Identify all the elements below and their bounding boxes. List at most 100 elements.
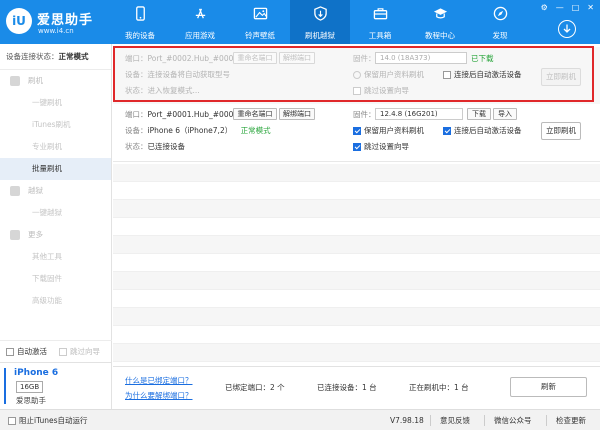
block-itunes-checkbox[interactable] [8,417,16,425]
empty-row [113,164,600,182]
nav-label: 铃声壁纸 [245,31,275,40]
flash-now-button[interactable]: 立即刷机 [541,68,581,86]
auto-activate-option[interactable]: 连接后自动激活设备 [443,125,522,136]
what-is-bound-port-link[interactable]: 什么是已绑定端口？ [125,375,193,386]
settings-icon[interactable]: ⚙ [541,3,548,12]
empty-row [113,218,600,236]
auto-activate-label: 自动激活 [17,346,47,356]
nav-discover[interactable]: 发现 [470,0,530,44]
device-line: 设备：连接设备将自动获取型号 [125,69,230,80]
sidebar-item-itunes-flash[interactable]: iTunes刷机 [0,114,111,136]
nav-ringtones[interactable]: 铃声壁纸 [230,0,290,44]
import-firmware-button[interactable]: 导入 [493,108,517,120]
window-controls: ⚙ — □ ✕ [541,3,594,12]
image-icon [230,0,290,22]
sidebar-item-one-click-jailbreak[interactable]: 一键越狱 [0,202,111,224]
refresh-button[interactable]: 刷新 [510,377,587,397]
skip-setup-option[interactable]: 跳过设置向导 [353,141,409,152]
block-itunes-option[interactable]: 阻止iTunes自动运行 [8,410,88,430]
sidebar-item-other-tools[interactable]: 其他工具 [0,246,111,268]
port-value: Port_#0001.Hub_#0003 [147,110,239,119]
top-header: iU 爱思助手 www.i4.cn 我的设备 应用游戏 铃声壁纸 刷机越狱 工具… [0,0,600,44]
why-unbind-port-link[interactable]: 为什么要解绑端口？ [125,390,193,401]
rename-port-button[interactable]: 重命名端口 [233,108,277,120]
skip-guide-checkbox[interactable] [59,347,67,356]
app-logo: iU 爱思助手 www.i4.cn [6,6,106,38]
nav-label: 工具箱 [368,31,392,40]
auto-activate-label: 连接后自动激活设备 [454,70,522,79]
sidebar-item-advanced[interactable]: 高级功能 [0,290,111,312]
unbind-port-button[interactable]: 解绑端口 [279,52,315,64]
skip-setup-label: 跳过设置向导 [364,86,409,95]
wechat-link[interactable]: 微信公众号 [494,410,532,430]
skip-setup-checkbox[interactable] [353,143,361,151]
firmware-field[interactable]: 12.4.8 (16G201) [375,108,463,120]
empty-row [113,344,600,362]
keep-data-checkbox[interactable] [353,127,361,135]
auto-activate-option[interactable]: 连接后自动激活设备 [443,69,522,80]
empty-rows [113,164,600,362]
keep-data-label: 保留用户资料刷机 [364,126,424,135]
flashing-devices-count: 正在刷机中：1 台 [409,383,469,392]
keep-data-radio[interactable] [353,71,361,79]
flash-section-icon [10,76,20,86]
sidebar-item-one-click-flash[interactable]: 一键刷机 [0,92,111,114]
nav-label: 刷机越狱 [305,31,335,40]
empty-row [113,182,600,200]
nav-flash-jailbreak[interactable]: 刷机越狱 [290,0,350,44]
mode-badge: 正常模式 [240,126,271,135]
nav-apps[interactable]: 应用游戏 [170,0,230,44]
check-update-link[interactable]: 检查更新 [556,410,586,430]
empty-row [113,290,600,308]
sidebar-section-flash[interactable]: 刷机 [0,70,111,92]
app-store-icon [170,0,230,22]
status-value: 正常模式 [58,52,89,61]
firmware-field[interactable]: 14.0 (18A373) [375,52,467,64]
firmware-label: 固件： [353,110,376,119]
download-firmware-button[interactable]: 下载 [467,108,491,120]
nav-my-device[interactable]: 我的设备 [110,0,170,44]
device-card[interactable]: iPhone 6 16GB 爱思助手 [0,362,112,409]
firmware-label: 固件： [353,54,376,63]
device-value: iPhone 6（iPhone7,2） [147,126,233,135]
jailbreak-section-icon [10,186,20,196]
connected-devices-count: 已连接设备：1 台 [317,383,377,392]
maximize-icon[interactable]: □ [572,3,580,12]
unbind-port-button[interactable]: 解绑端口 [279,108,315,120]
keep-data-option[interactable]: 保留用户资料刷机 [353,69,424,80]
nav-tutorials[interactable]: 教程中心 [410,0,470,44]
skip-setup-checkbox[interactable] [353,87,361,95]
auto-activate-checkbox[interactable] [443,71,451,79]
state-value: 进入恢复模式... [147,86,200,95]
section-label: 刷机 [28,76,43,85]
feedback-link[interactable]: 意见反馈 [440,410,470,430]
nav-toolbox[interactable]: 工具箱 [350,0,410,44]
port-line: 端口：Port_#0001.Hub_#0003 [125,109,238,120]
sidebar-item-batch-flash[interactable]: 批量刷机 [0,158,111,180]
auto-activate-checkbox[interactable] [443,127,451,135]
rename-port-button[interactable]: 重命名端口 [233,52,277,64]
sidebar-item-pro-flash[interactable]: 专业刷机 [0,136,111,158]
keep-data-option[interactable]: 保留用户资料刷机 [353,125,424,136]
logo-url: www.i4.cn [38,27,74,35]
empty-row [113,272,600,290]
auto-activate-label: 连接后自动激活设备 [454,126,522,135]
skip-setup-option[interactable]: 跳过设置向导 [353,85,409,96]
main-nav: 我的设备 应用游戏 铃声壁纸 刷机越狱 工具箱 教程中心 发现 [110,0,530,44]
minimize-icon[interactable]: — [556,3,564,12]
device-name: iPhone 6 [14,368,59,378]
phone-icon [110,0,170,22]
auto-activate-checkbox[interactable] [6,347,14,356]
sidebar-section-jailbreak[interactable]: 越狱 [0,180,111,202]
flash-now-button[interactable]: 立即刷机 [541,122,581,140]
download-icon[interactable] [558,20,576,38]
compass-icon [470,0,530,22]
empty-row [113,326,600,344]
device-storage-badge: 16GB [16,381,44,393]
close-icon[interactable]: ✕ [587,3,594,12]
sidebar-section-more[interactable]: 更多 [0,224,111,246]
logo-badge: iU [6,8,32,34]
sidebar-item-download-firmware[interactable]: 下载固件 [0,268,111,290]
port-block-0002: 端口：Port_#0002.Hub_#0003 重命名端口 解绑端口 设备：连接… [113,47,600,104]
skip-setup-label: 跳过设置向导 [364,142,409,151]
